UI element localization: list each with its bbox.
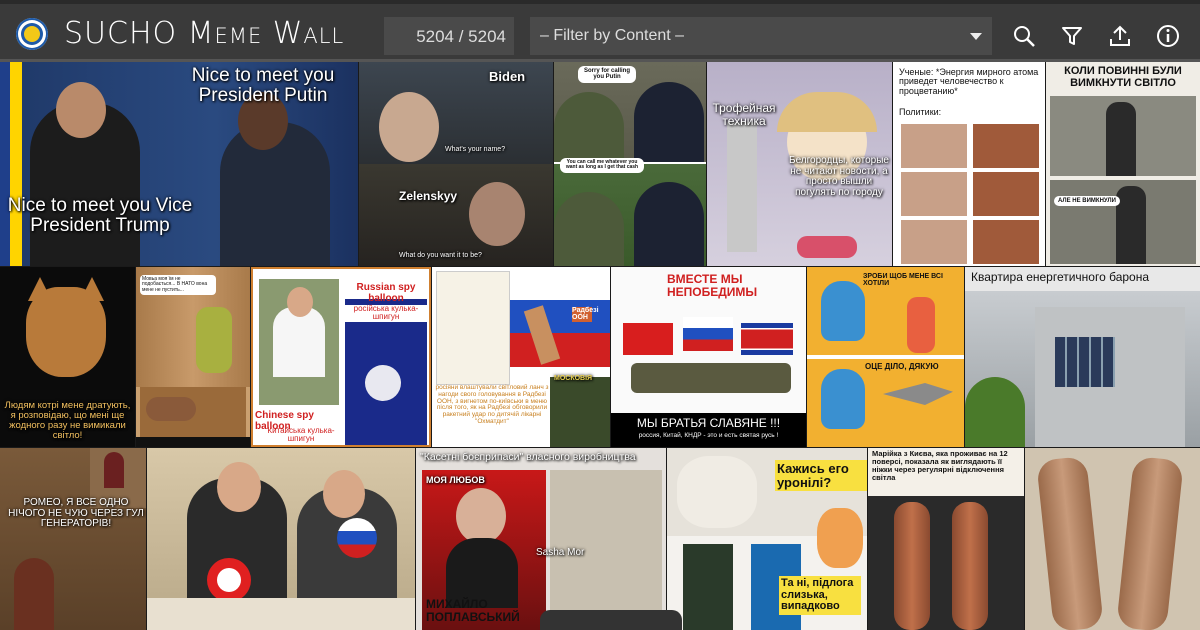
meme-caption: Марійка з Києва, яка проживає на 12 пове… — [872, 449, 1008, 482]
info-icon[interactable] — [1156, 24, 1180, 48]
meme-caption: Китайська кулька-шпигун — [267, 426, 335, 444]
sucho-logo[interactable] — [16, 18, 48, 50]
meme-caption: КОЛИ ПОВИННІ БУЛИ ВИМКНУТИ СВІТЛО — [1064, 65, 1182, 89]
meme-caption: You can call me whatever you want as lon… — [560, 158, 644, 173]
meme-wall: Nice to meet you President Putin Nice to… — [0, 62, 1200, 630]
meme-tile[interactable] — [1025, 448, 1200, 630]
meme-caption: Белгородцы, которые не читают новости, а… — [789, 155, 889, 198]
app-title-brand: SUCHO — [64, 16, 178, 51]
meme-caption: Nice to meet you President Putin — [191, 65, 335, 106]
meme-caption: Квартира енергетичного барона — [971, 270, 1150, 284]
meme-caption: Nice to meet you Vice President Trump — [7, 195, 193, 236]
chevron-down-icon — [970, 33, 982, 40]
content-filter-placeholder: – Filter by Content – — [540, 27, 685, 44]
meme-tile[interactable]: Марійка з Києва, яка проживає на 12 пове… — [868, 448, 1024, 630]
upload-icon[interactable] — [1108, 24, 1132, 48]
meme-caption: Zelenskyy — [399, 189, 458, 203]
meme-caption: Радбезі ООН — [572, 307, 599, 322]
meme-caption: Russian spy balloon — [356, 282, 416, 304]
meme-caption: Кажись его уронілі? — [775, 460, 867, 492]
meme-caption: Мовьа моя їм не подобається... В НАТО во… — [140, 275, 216, 295]
content-filter-select[interactable]: – Filter by Content – — [530, 17, 992, 55]
meme-caption: МОСКОВІЯ — [554, 375, 593, 382]
item-counter[interactable]: 5204 / 5204 — [384, 17, 514, 55]
meme-tile[interactable] — [147, 448, 415, 630]
meme-caption: россия, Китай, КНДР - это и есть святая … — [638, 432, 779, 439]
filter-icon[interactable] — [1060, 24, 1084, 48]
meme-caption: Политики: — [899, 107, 942, 117]
meme-tile[interactable]: ЗРОБИ ЩОБ МЕНЕ ВСІ ХОТІЛИ ОЦЕ ДІЛО, ДЯКУ… — [807, 267, 964, 447]
meme-caption: Sasha Mor — [536, 547, 585, 558]
meme-tile[interactable]: Nice to meet you President Putin Nice to… — [0, 62, 358, 266]
meme-caption: ОЦЕ ДІЛО, ДЯКУЮ — [865, 362, 939, 371]
meme-tile[interactable]: Biden What's your name? Zelenskyy What d… — [359, 62, 553, 266]
meme-tile[interactable]: КОЛИ ПОВИННІ БУЛИ ВИМКНУТИ СВІТЛО АЛЕ НЕ… — [1046, 62, 1200, 266]
meme-caption: МОЯ ЛЮБОВ — [426, 475, 485, 485]
meme-caption: МИХАЙЛО ПОПЛАВСЬКИЙ — [426, 597, 520, 624]
meme-caption: Sorry for calling you Putin — [578, 66, 636, 83]
meme-caption: росіяни влаштували світловий ланч з наго… — [435, 384, 549, 426]
meme-caption: Та ні, підлога слизька, випадково — [779, 576, 861, 615]
meme-tile[interactable]: Радбезі ООН росіяни влаштували світловий… — [432, 267, 610, 447]
meme-tile[interactable]: РОМЕО, Я ВСЕ ОДНО НІЧОГО НЕ ЧУЮ ЧЕРЕЗ ГУ… — [0, 448, 146, 630]
meme-caption: Трофейная техника — [712, 101, 776, 128]
top-bar: SUCHO Meme Wall 5204 / 5204 – Filter by … — [0, 0, 1200, 62]
app-title-rest: Meme Wall — [187, 16, 345, 51]
meme-caption: What's your name? — [445, 146, 506, 153]
meme-tile[interactable]: "Касетні боєприпаси" власного виробництв… — [416, 448, 666, 630]
meme-tile[interactable]: Людям котрі мене дратують, я розповідаю,… — [0, 267, 135, 447]
meme-tile[interactable]: Кажись его уронілі? Та ні, підлога слизь… — [667, 448, 867, 630]
meme-caption: Людям котрі мене дратують, я розповідаю,… — [4, 400, 131, 441]
meme-tile[interactable]: Ученые: *Энергия мирного атома приведет … — [893, 62, 1045, 266]
meme-tile[interactable]: Квартира енергетичного барона — [965, 267, 1200, 447]
bottom-toolbar-handle[interactable] — [540, 610, 682, 630]
meme-tile[interactable]: Sorry for calling you Putin You can call… — [554, 62, 706, 266]
meme-tile[interactable]: ВМЕСТЕ МЫ НЕПОБЕДИМЫ МЫ БРАТЬЯ СЛАВЯНЕ !… — [611, 267, 806, 447]
meme-caption: Ученые: *Энергия мирного атома приведет … — [899, 67, 1039, 96]
meme-caption: АЛЕ НЕ ВИМКНУЛИ — [1054, 196, 1120, 207]
meme-caption: РОМЕО, Я ВСЕ ОДНО НІЧОГО НЕ ЧУЮ ЧЕРЕЗ ГУ… — [8, 497, 144, 529]
meme-caption: російська кулька-шпигун — [345, 304, 427, 322]
meme-tile[interactable]: Russian spy balloon російська кулька-шпи… — [251, 267, 431, 447]
meme-caption: ВМЕСТЕ МЫ НЕПОБЕДИМЫ — [667, 272, 758, 299]
meme-caption: Biden — [489, 69, 526, 84]
meme-caption: "Касетні боєприпаси" власного виробництв… — [420, 451, 636, 463]
meme-caption: ЗРОБИ ЩОБ МЕНЕ ВСІ ХОТІЛИ — [863, 273, 943, 288]
meme-tile[interactable]: Трофейная техника Белгородцы, которые не… — [707, 62, 892, 266]
search-icon[interactable] — [1012, 24, 1036, 48]
app-title: SUCHO Meme Wall — [64, 16, 344, 51]
meme-caption: МЫ БРАТЬЯ СЛАВЯНЕ !!! — [636, 416, 781, 430]
meme-tile[interactable]: Мовьа моя їм не подобається... В НАТО во… — [136, 267, 250, 447]
meme-caption: What do you want it to be? — [399, 252, 482, 259]
